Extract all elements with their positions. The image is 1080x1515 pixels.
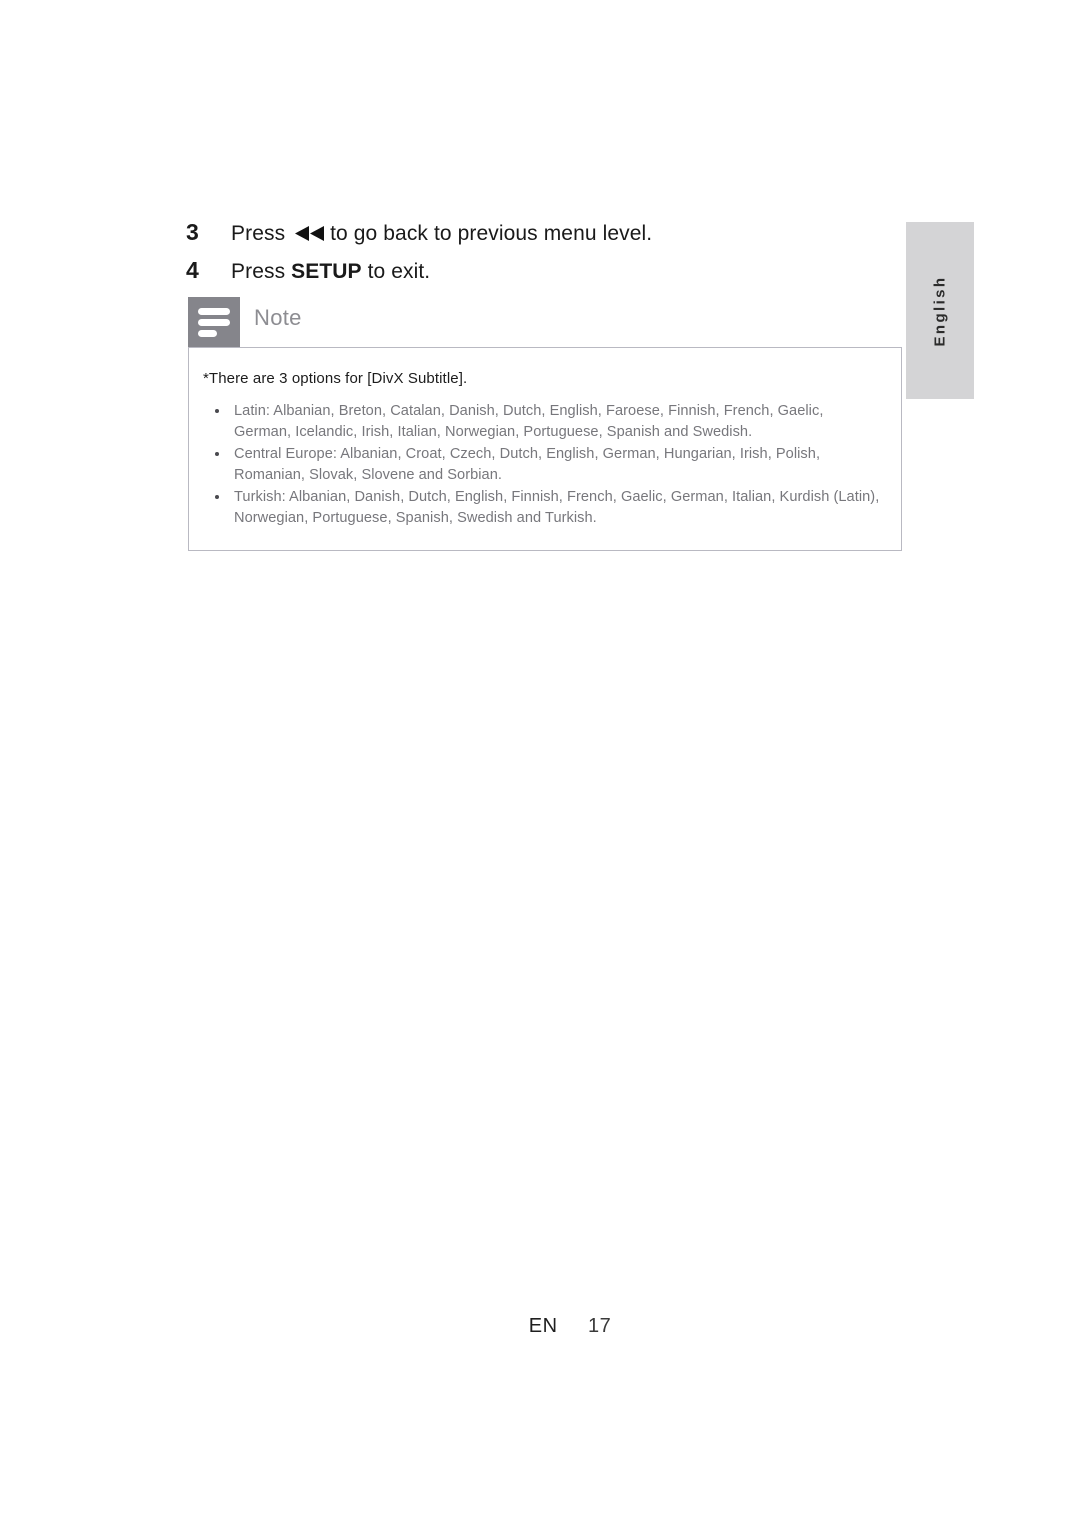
note-lines-icon	[188, 297, 240, 348]
step-text-after: to exit.	[367, 260, 431, 283]
list-item: Turkish: Albanian, Danish, Dutch, Englis…	[203, 487, 881, 529]
step-item: 3 Press to go back to previous menu leve…	[186, 216, 886, 251]
footer-page-number: 17	[588, 1315, 612, 1337]
note-callout: Note *There are 3 options for [DivX Subt…	[188, 297, 902, 552]
footer-inner: EN 17	[529, 1315, 612, 1338]
document-page: English 3 Press to go back to previous m…	[0, 0, 1080, 1515]
note-icon-bar	[198, 330, 217, 337]
footer-language-code: EN	[528, 1315, 558, 1337]
note-icon-bar	[198, 308, 230, 315]
note-body: *There are 3 options for [DivX Subtitle]…	[188, 347, 902, 551]
instruction-steps: 3 Press to go back to previous menu leve…	[186, 216, 886, 291]
step-text-before: Press	[231, 260, 286, 283]
note-icon-bar	[198, 319, 230, 326]
step-text-after: to go back to previous menu level.	[330, 222, 653, 245]
page-footer: EN 17	[0, 1315, 1080, 1338]
rewind-icon	[295, 219, 325, 251]
list-item: Central Europe: Albanian, Croat, Czech, …	[203, 444, 881, 486]
step-number: 4	[186, 257, 199, 283]
step-text: Press SETUP to exit.	[231, 256, 430, 288]
note-title: Note	[254, 305, 302, 330]
step-number: 3	[186, 219, 199, 245]
note-intro-text: *There are 3 options for [DivX Subtitle]…	[203, 370, 468, 387]
note-option-list: Latin: Albanian, Breton, Catalan, Danish…	[203, 401, 881, 529]
language-tab: English	[906, 222, 974, 399]
step-item: 4 Press SETUP to exit.	[186, 254, 886, 288]
note-header: Note	[188, 297, 902, 348]
step-text-before: Press	[231, 222, 286, 245]
step-text: Press to go back to previous menu level.	[231, 218, 652, 251]
setup-button-name: SETUP	[291, 260, 362, 283]
language-tab-label: English	[931, 275, 949, 346]
list-item: Latin: Albanian, Breton, Catalan, Danish…	[203, 401, 881, 443]
